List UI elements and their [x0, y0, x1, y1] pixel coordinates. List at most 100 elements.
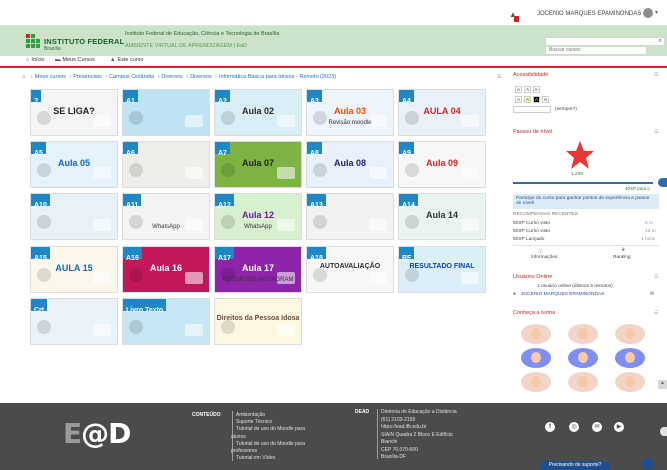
breadcrumb-item[interactable]: Diversos	[190, 74, 211, 80]
footer-link[interactable]: Tutorial de uso do Moodle para	[236, 441, 305, 447]
footer-link[interactable]: Ambientação	[236, 412, 265, 418]
contrast-light-button[interactable]: A	[542, 96, 549, 103]
breadcrumb-item[interactable]: Presenciais	[73, 74, 101, 80]
course-tile[interactable]: A9 Aula 09	[398, 141, 486, 188]
ranking-icon[interactable]: ♛	[621, 248, 625, 253]
accessibility-title: Acessibilidade	[513, 72, 549, 78]
user-menu-caret-icon[interactable]: ▾	[655, 9, 658, 16]
course-tile[interactable]: Crt	[30, 298, 118, 345]
face-icon	[625, 352, 635, 363]
team-member-avatar[interactable]	[568, 372, 598, 392]
course-tile[interactable]: A10	[30, 193, 118, 240]
footer-link[interactable]: Suporte Técnico	[236, 419, 272, 425]
email-icon[interactable]: ✉	[592, 422, 602, 432]
nav-home[interactable]: ⌂ Início	[26, 57, 44, 63]
course-tile[interactable]: Direitos da Pessoa Idosa	[214, 298, 302, 345]
send-message-icon[interactable]: ✉	[650, 292, 654, 297]
course-tile[interactable]: A17 Aula 17 RECURSOS INSTAGRAM	[214, 246, 302, 293]
accessibility-menu-icon[interactable]: ☰	[654, 72, 658, 78]
team-member-avatar[interactable]	[568, 324, 598, 344]
contrast-default-button[interactable]: A	[515, 96, 522, 103]
info-icon[interactable]: ⓘ	[538, 248, 543, 255]
accessibility-save-box[interactable]	[513, 106, 551, 113]
chat-icon[interactable]	[642, 458, 654, 470]
course-tile[interactable]: A18 AUTOAVALIAÇÃO	[306, 246, 394, 293]
nav-this-course[interactable]: ▲ Este curso	[110, 57, 143, 63]
ranking-link[interactable]: Ranking	[613, 255, 631, 260]
breadcrumb-item[interactable]: Meus cursos	[35, 74, 66, 80]
footer-link[interactable]: alunos	[231, 434, 246, 440]
scroll-top-button[interactable]: ▲	[658, 380, 667, 389]
breadcrumb-home-icon[interactable]: ⌂	[22, 74, 25, 80]
user-name[interactable]: JOCENIO MARQUES EPAMINONDAS	[537, 11, 641, 17]
course-tile[interactable]: A13	[306, 193, 394, 240]
tile-title: Aula 03	[333, 106, 366, 116]
search-icon[interactable]: ⌕	[659, 38, 662, 45]
footer-link[interactable]: Tutorial em Vídeo	[236, 455, 275, 461]
tile-title: Aula 07	[241, 158, 274, 168]
tile-illustration	[31, 201, 117, 239]
facebook-icon[interactable]: f	[545, 422, 555, 432]
course-tile[interactable]: A3 Aula 03 Revisão moodle	[306, 89, 394, 136]
course-tile[interactable]: A16 Aula 16	[122, 246, 210, 293]
course-tile[interactable]: A12 Aula 12 WhatsApp	[214, 193, 302, 240]
tile-title: Aula 14	[425, 210, 458, 220]
team-member-avatar[interactable]	[521, 324, 551, 344]
team-member-avatar[interactable]	[615, 372, 645, 392]
block-drawer-toggle[interactable]	[658, 178, 667, 187]
team-member-avatar[interactable]	[521, 372, 551, 392]
team-member-avatar[interactable]	[521, 348, 551, 368]
online-user-name[interactable]: JOCENIO MARQUES EPAMINONDAS	[521, 292, 604, 297]
footer-link[interactable]: Tutorial de uso do Moodle para	[236, 426, 305, 432]
xp-points: 1.230	[571, 172, 584, 177]
instagram-icon[interactable]: ◎	[569, 422, 579, 432]
xp-next-level: 40XP para o	[625, 186, 650, 191]
course-tile[interactable]: A1	[122, 89, 210, 136]
team-member-avatar[interactable]	[568, 348, 598, 368]
course-tile[interactable]: Livro Texto	[122, 298, 210, 345]
font-larger-button[interactable]: A	[515, 86, 522, 93]
gamification-menu-icon[interactable]: ☰	[654, 129, 658, 135]
tile-subtitle: Revisão moodle	[328, 120, 372, 126]
course-tile[interactable]: A5 Aula 05	[30, 141, 118, 188]
contrast-dark-button[interactable]: A	[533, 96, 540, 103]
font-reset-button[interactable]: A	[524, 86, 531, 93]
online-users-menu-icon[interactable]: ☰	[654, 274, 658, 280]
user-avatar[interactable]	[643, 8, 653, 18]
contrast-yellow-button[interactable]: A	[524, 96, 531, 103]
site-header: INSTITUTO FEDERAL Brasília Instituto Fed…	[0, 26, 667, 56]
course-tile[interactable]: A11 WhatsApp	[122, 193, 210, 240]
course-tile[interactable]: A14 Aula 14	[398, 193, 486, 240]
team-menu-icon[interactable]: ☰	[654, 310, 658, 316]
breadcrumb-item[interactable]: Informática Básica para Idosos - Remoto …	[219, 74, 336, 80]
youtube-icon[interactable]: ▶	[614, 422, 624, 432]
support-close-icon[interactable]: ✕	[622, 460, 629, 469]
page-menu-icon[interactable]: ☰	[497, 74, 501, 80]
support-button[interactable]: Precisando de suporte?	[540, 461, 610, 470]
face-icon	[625, 328, 635, 339]
search-input[interactable]	[546, 46, 646, 54]
course-tile[interactable]: RF RESULTADO FINAL	[398, 246, 486, 293]
messages-icon[interactable]	[514, 16, 519, 22]
font-smaller-button[interactable]: A-	[533, 86, 540, 93]
course-tile[interactable]: A2 Aula 02	[214, 89, 302, 136]
breadcrumb-item[interactable]: Campus Ceilândia	[109, 74, 154, 80]
course-tile[interactable]: A6	[122, 141, 210, 188]
team-member-avatar[interactable]	[615, 348, 645, 368]
course-tile[interactable]: A7 Aula 07	[214, 141, 302, 188]
team-member-avatar[interactable]	[615, 324, 645, 344]
nav-my-courses[interactable]: ▬ Meus Cursos	[55, 57, 95, 63]
tile-title: AUTOAVALIAÇÃO	[319, 263, 381, 270]
course-tile[interactable]: ? SE LIGA?	[30, 89, 118, 136]
course-tile[interactable]: A4 AULA 04	[398, 89, 486, 136]
footer-side-toggle[interactable]	[660, 427, 667, 436]
tile-title: AULA 04	[423, 106, 461, 116]
course-tile[interactable]: A8 Aula 08	[306, 141, 394, 188]
nav-my-courses-label: Meus Cursos	[62, 57, 95, 63]
course-tile[interactable]: A15 AULA 15	[30, 246, 118, 293]
tile-illustration	[123, 201, 209, 239]
footer-link[interactable]: professores	[231, 448, 257, 454]
breadcrumb-item[interactable]: Diversos	[161, 74, 182, 80]
if-logo-icon[interactable]	[26, 34, 40, 48]
info-link[interactable]: Informações	[531, 255, 557, 260]
